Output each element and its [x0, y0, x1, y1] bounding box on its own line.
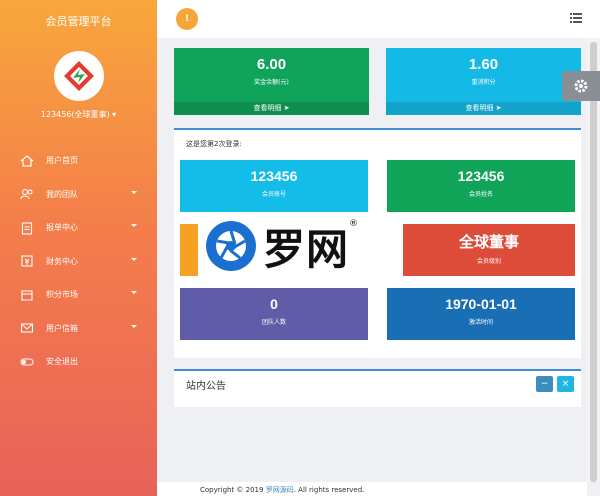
home-icon — [20, 154, 34, 167]
info-tile-name: 123456 会员姓名 — [387, 160, 575, 212]
level-label: 会员级别 — [476, 258, 501, 265]
activation-label: 激活时间 — [468, 319, 493, 326]
sidebar-item-label: 安全退出 — [46, 357, 78, 367]
sidebar-item-home[interactable]: 用户首页 — [0, 144, 157, 178]
name-label: 会员姓名 — [468, 191, 493, 198]
login-count-text: 这是您第2次登录: — [186, 140, 242, 148]
gear-icon — [574, 79, 588, 93]
user-menu[interactable]: 123456(全球董事) ▾ — [0, 109, 157, 120]
sidebar-item-label: 财务中心 — [46, 256, 78, 266]
view-details-link[interactable]: 查看明细 ➤ — [386, 102, 581, 115]
activation-value: 1970-01-01 — [445, 296, 517, 312]
chevron-down-icon: ▾ — [112, 110, 117, 119]
arrow-right-icon: ➤ — [495, 104, 502, 112]
sidebar-item-market[interactable]: 积分市场 — [0, 278, 157, 312]
logo-icon — [63, 61, 94, 91]
chevron-down-icon — [131, 190, 137, 194]
close-button[interactable]: × — [557, 376, 574, 392]
arrow-right-icon: ➤ — [283, 104, 290, 112]
info-tile-team-size: 0 团队人数 — [180, 288, 368, 340]
points-label: 重消积分 — [471, 79, 496, 86]
bonus-balance-card: 6.00 奖金余额(元) 查看明细 ➤ — [174, 48, 369, 115]
notification-badge[interactable]: ! — [176, 8, 198, 30]
copyright-link[interactable]: 罗网源码 — [266, 486, 294, 494]
notice-panel — [174, 369, 581, 407]
watermark-text: 罗网 — [263, 224, 350, 274]
scrollbar[interactable] — [587, 38, 600, 482]
sidebar-item-mailbox[interactable]: 用户信箱 — [0, 312, 157, 346]
view-details-link[interactable]: 查看明细 ➤ — [174, 102, 369, 115]
sidebar-item-label: 积分市场 — [46, 290, 78, 300]
points-card: 1.60 重消积分 查看明细 ➤ — [386, 48, 581, 115]
team-icon — [20, 189, 33, 200]
account-label: 会员账号 — [261, 191, 286, 198]
team-size-value: 0 — [270, 296, 278, 312]
clipboard-icon — [21, 222, 33, 235]
settings-gear-button[interactable] — [562, 71, 600, 101]
view-details-label: 查看明细 — [465, 104, 494, 112]
team-size-label: 团队人数 — [261, 319, 286, 326]
registered-mark: ® — [349, 219, 359, 229]
notice-title: 站内公告 — [186, 381, 226, 392]
scrollbar-thumb[interactable] — [590, 42, 597, 482]
brand-title: 会员管理平台 — [45, 15, 112, 28]
info-tile-account: 123456 会员账号 — [180, 160, 368, 212]
points-value: 1.60 — [468, 56, 499, 73]
sidebar: 会员管理平台 123456(全球董事) ▾ 用户首页 我的团队 报单中心 财务中… — [0, 0, 157, 496]
sidebar-item-label: 报单中心 — [46, 223, 78, 233]
chevron-down-icon — [131, 224, 137, 227]
copyright-suffix: . All rights reserved. — [293, 486, 365, 494]
name-value: 123456 — [457, 168, 505, 184]
user-name: 123456(全球董事) — [40, 110, 110, 119]
sidebar-menu: 用户首页 我的团队 报单中心 财务中心 积分市场 用户信箱 安全退出 — [0, 144, 157, 379]
info-tile-level: 全球董事 会员级别 — [403, 224, 575, 276]
chevron-down-icon — [131, 324, 137, 328]
view-details-label: 查看明细 — [253, 104, 282, 112]
info-tile-orange — [180, 224, 198, 276]
sidebar-item-logout[interactable]: 安全退出 — [0, 345, 157, 379]
market-icon — [21, 290, 33, 301]
list-icon[interactable] — [570, 12, 582, 24]
level-value: 全球董事 — [458, 234, 519, 251]
copyright-text: Copyright © 2019 罗网源码. All rights reserv… — [200, 485, 364, 495]
sidebar-item-label: 用户首页 — [46, 156, 78, 166]
info-tile-activation: 1970-01-01 激活时间 — [387, 288, 575, 340]
aperture-logo-icon — [206, 221, 256, 271]
avatar[interactable] — [53, 51, 104, 101]
sidebar-item-team[interactable]: 我的团队 — [0, 178, 157, 212]
copyright-prefix: Copyright © 2019 — [200, 486, 266, 494]
sidebar-item-label: 我的团队 — [46, 189, 78, 199]
minimize-button[interactable]: − — [536, 376, 553, 392]
chevron-down-icon — [131, 291, 137, 294]
top-bar: ! — [157, 0, 600, 38]
sidebar-item-orders[interactable]: 报单中心 — [0, 211, 157, 245]
bonus-balance-label: 奖金余额(元) — [254, 79, 289, 86]
bonus-balance-value: 6.00 — [256, 56, 287, 73]
logout-icon — [20, 358, 34, 366]
chevron-down-icon — [131, 257, 137, 261]
finance-icon — [21, 255, 33, 267]
watermark-logo: 罗网 ® — [205, 215, 385, 277]
sidebar-item-finance[interactable]: 财务中心 — [0, 245, 157, 279]
account-value: 123456 — [250, 168, 298, 184]
mail-icon — [20, 323, 34, 333]
sidebar-item-label: 用户信箱 — [46, 323, 78, 333]
